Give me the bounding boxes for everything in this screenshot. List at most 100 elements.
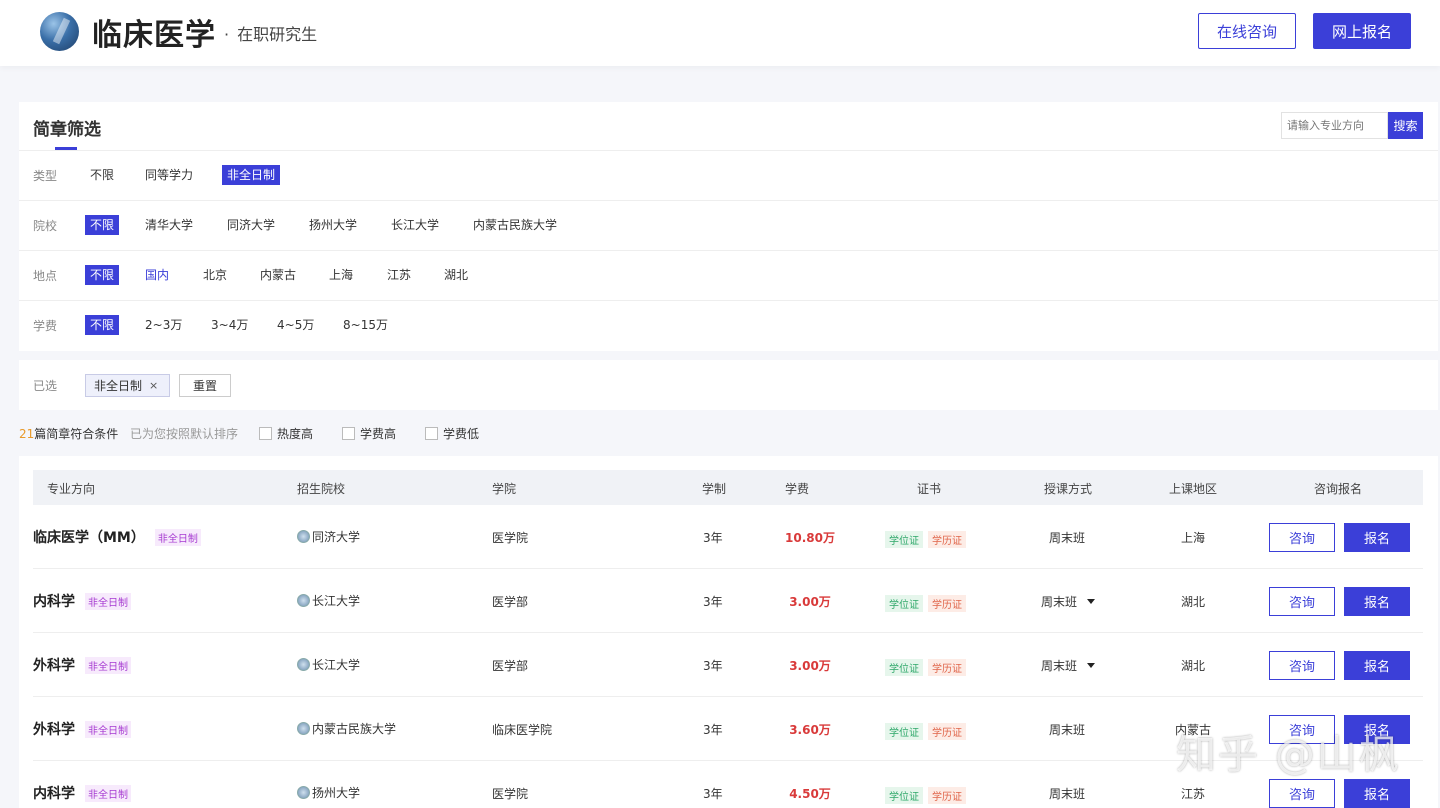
major-label: 内科学 [33,594,75,610]
column-header: 咨询报名 [1314,482,1363,496]
filter-option[interactable]: 湖北 [439,265,473,285]
online-apply-button[interactable]: 网上报名 [1313,13,1411,49]
school-name: 长江大学 [312,594,361,608]
duration: 3年 [703,659,723,673]
checkbox-icon[interactable] [342,427,355,440]
sort-option-label: 学费高 [360,427,397,441]
subtitle-dot: · [224,25,230,44]
sort-hint: 已为您按照默认排序 [130,427,239,441]
apply-button[interactable]: 报名 [1344,523,1410,552]
teaching-mode-label: 周末班 [1049,787,1086,801]
school-link[interactable]: 同济大学 [297,528,360,545]
filter-option[interactable]: 清华大学 [140,215,198,235]
duration: 3年 [703,787,723,801]
education-cert-badge: 学历证 [928,723,966,740]
table-row: 内科学 非全日制 长江大学 医学部 3年 3.00万 学位证 学历证 周末班 湖北 咨询 报名 [33,569,1423,633]
close-icon[interactable]: × [149,379,158,392]
filter-option[interactable]: 国内 [140,265,174,285]
site-logo[interactable] [40,12,79,51]
degree-cert-badge: 学位证 [885,531,923,548]
filter-option[interactable]: 4~5万 [272,315,319,335]
filter-option[interactable]: 江苏 [382,265,416,285]
college-name: 医学院 [492,787,529,801]
filter-option[interactable]: 北京 [198,265,232,285]
school-link[interactable]: 长江大学 [297,656,360,673]
major-name[interactable]: 内科学 非全日制 [33,783,131,803]
filter-option[interactable]: 8~15万 [338,315,393,335]
education-cert-badge: 学历证 [928,659,966,676]
filter-option[interactable]: 长江大学 [386,215,444,235]
teaching-mode[interactable]: 周末班 [1041,593,1096,610]
filter-option[interactable]: 2~3万 [140,315,187,335]
major-name[interactable]: 外科学 非全日制 [33,655,131,675]
school-link[interactable]: 扬州大学 [297,784,360,801]
filter-option[interactable]: 内蒙古 [255,265,301,285]
degree-cert-badge: 学位证 [885,659,923,676]
consult-button[interactable]: 咨询 [1269,587,1335,616]
major-search-input[interactable] [1281,112,1388,139]
sort-fee-high-checkbox[interactable]: 学费高 [342,425,396,442]
filter-option[interactable]: 扬州大学 [304,215,362,235]
online-consult-button[interactable]: 在线咨询 [1198,13,1296,49]
school-emblem-icon [297,658,310,671]
teaching-mode[interactable]: 周末班 [1041,657,1096,674]
tuition-fee: 3.00万 [789,659,831,673]
filter-panel: 简章筛选 搜索 类型 不限 同等学力 非全日制 院校 不限 清华大学 同济大学 … [19,102,1438,351]
filter-option[interactable]: 同济大学 [222,215,280,235]
type-badge: 非全日制 [85,720,131,738]
column-header: 学费 [785,482,810,496]
sort-hot-checkbox[interactable]: 热度高 [259,425,313,442]
reset-button[interactable]: 重置 [179,374,231,397]
filter-option-active[interactable]: 不限 [85,215,120,235]
result-count: 21篇简章符合条件 [19,425,118,442]
chevron-down-icon[interactable] [1087,599,1096,604]
filter-option[interactable]: 3~4万 [206,315,253,335]
apply-button[interactable]: 报名 [1344,587,1410,616]
filter-label-location: 地点 [33,269,58,283]
type-badge: 非全日制 [85,656,131,674]
consult-button[interactable]: 咨询 [1269,523,1335,552]
filter-option-active[interactable]: 不限 [85,315,120,335]
filter-option-active[interactable]: 非全日制 [222,165,281,185]
table-header: 专业方向 招生院校 学院 学制 学费 证书 授课方式 上课地区 咨询报名 [33,470,1423,505]
certificates: 学位证 学历证 [885,723,966,740]
sort-fee-low-checkbox[interactable]: 学费低 [425,425,479,442]
type-badge: 非全日制 [154,528,201,546]
column-header: 招生院校 [297,482,346,496]
checkbox-icon[interactable] [259,427,272,440]
consult-button[interactable]: 咨询 [1269,651,1335,680]
tuition-fee: 10.80万 [785,531,835,545]
page-title: 临床医学 [92,18,216,53]
degree-cert-badge: 学位证 [885,787,923,804]
consult-button[interactable]: 咨询 [1269,779,1335,808]
selected-tag[interactable]: 非全日制 × [85,374,170,397]
filter-title: 简章筛选 [33,120,101,140]
major-name[interactable]: 临床医学（MM） 非全日制 [33,527,201,547]
search-button[interactable]: 搜索 [1388,112,1423,139]
filter-option-active[interactable]: 不限 [85,265,120,285]
school-link[interactable]: 长江大学 [297,592,360,609]
type-badge: 非全日制 [85,784,131,802]
apply-button[interactable]: 报名 [1344,651,1410,680]
teaching-mode: 周末班 [1049,529,1085,546]
tuition-fee: 4.50万 [789,787,831,801]
filter-option[interactable]: 内蒙古民族大学 [468,215,562,235]
apply-button[interactable]: 报名 [1344,779,1410,808]
major-name[interactable]: 内科学 非全日制 [33,591,131,611]
column-header: 上课地区 [1169,482,1218,496]
result-count-number: 21 [19,427,35,441]
filter-option[interactable]: 上海 [324,265,358,285]
education-cert-badge: 学历证 [928,531,966,548]
duration: 3年 [703,723,723,737]
filter-row-fee: 学费 不限 2~3万 3~4万 4~5万 8~15万 [19,300,1438,350]
filter-option[interactable]: 不限 [85,165,119,185]
selected-filters: 已选 非全日制 × 重置 [19,360,1438,410]
major-name[interactable]: 外科学 非全日制 [33,719,131,739]
filter-label-type: 类型 [33,169,58,183]
sort-option-label: 学费低 [443,427,480,441]
filter-option[interactable]: 同等学力 [140,165,198,185]
school-link[interactable]: 内蒙古民族大学 [297,720,396,737]
checkbox-icon[interactable] [425,427,438,440]
tuition-fee: 3.60万 [789,723,831,737]
chevron-down-icon[interactable] [1087,663,1096,668]
